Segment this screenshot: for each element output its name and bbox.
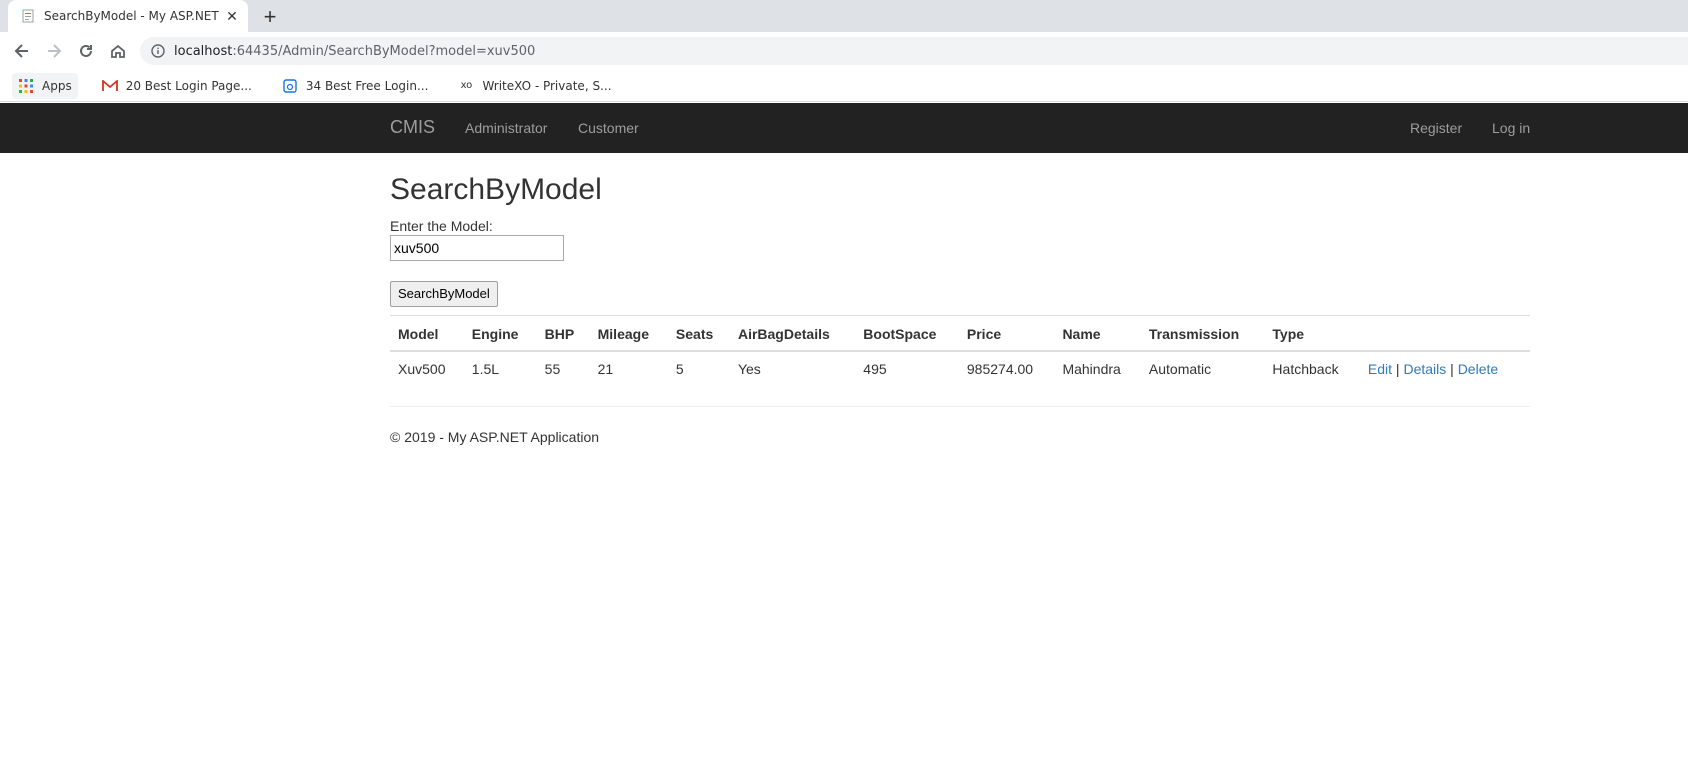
cell-airbag: Yes xyxy=(737,361,761,377)
delete-link[interactable]: Delete xyxy=(1458,361,1498,377)
column-header: Transmission xyxy=(1140,315,1265,352)
cell-actions: Edit | Details | Delete xyxy=(1360,351,1530,390)
cell-price: 985274.00 xyxy=(966,361,1034,377)
column-header: BootSpace xyxy=(855,315,959,352)
table-row: Xuv500 1.5L 55 21 5 Yes 495 985274.00 Ma… xyxy=(390,351,1530,390)
xo-icon: xo xyxy=(460,80,473,91)
action-separator: | xyxy=(1446,361,1458,377)
nav-link-administrator[interactable]: Administrator xyxy=(465,120,547,136)
column-header: BHP xyxy=(536,315,590,352)
cell-transmission: Automatic xyxy=(1148,361,1212,377)
site-navbar: CMIS Administrator Customer Register Log… xyxy=(0,103,1688,153)
browser-tabstrip: SearchByModel - My ASP.NET Application ✕… xyxy=(0,0,1688,32)
brand-link[interactable]: CMIS xyxy=(390,117,435,138)
column-header: Mileage xyxy=(589,315,668,352)
bookmark-free-login[interactable]: 34 Best Free Login... xyxy=(276,73,435,99)
site-info-icon[interactable] xyxy=(150,43,166,59)
bookmark-login-pages[interactable]: 20 Best Login Page... xyxy=(96,73,258,99)
column-header: Name xyxy=(1054,315,1141,352)
home-icon[interactable] xyxy=(106,39,130,63)
url-host: localhost xyxy=(174,43,233,59)
nav-link-login[interactable]: Log in xyxy=(1492,120,1530,136)
cell-type: Hatchback xyxy=(1272,361,1339,377)
column-header: AirBagDetails xyxy=(729,315,856,352)
bookmark-apps[interactable]: Apps xyxy=(12,72,78,99)
column-header: Seats xyxy=(667,315,730,352)
cell-bootspace: 495 xyxy=(863,361,887,377)
bookmark-label: 34 Best Free Login... xyxy=(305,78,429,93)
gmail-icon xyxy=(101,78,118,94)
column-header: Type xyxy=(1264,315,1360,352)
actions-header xyxy=(1359,315,1530,352)
url-path: :64435/Admin/SearchByModel?model=xuv500 xyxy=(232,43,536,59)
cell-engine: 1.5L xyxy=(471,361,500,377)
browser-toolbar: localhost:64435/Admin/SearchByModel?mode… xyxy=(0,32,1688,70)
apps-grid-icon xyxy=(18,78,34,94)
cell-name: Mahindra xyxy=(1062,361,1121,377)
edit-link[interactable]: Edit xyxy=(1368,361,1392,377)
results-table: Model Engine BHP Mileage Seats AirBagDet… xyxy=(390,315,1530,390)
new-tab-button[interactable]: + xyxy=(258,4,282,29)
cell-seats: 5 xyxy=(675,361,684,377)
forward-arrow-icon[interactable] xyxy=(42,39,66,63)
page-favicon-icon xyxy=(20,8,36,24)
address-bar[interactable]: localhost:64435/Admin/SearchByModel?mode… xyxy=(140,37,1688,65)
column-header: Model xyxy=(390,315,464,352)
cell-bhp: 55 xyxy=(544,361,561,377)
bookmark-page-icon xyxy=(282,78,298,94)
nav-link-register[interactable]: Register xyxy=(1410,120,1462,136)
bookmark-writexo[interactable]: xo WriteXO - Private, S... xyxy=(452,73,617,99)
bookmarks-bar: Apps 20 Best Login Page... 34 Best Free … xyxy=(0,70,1688,102)
cell-mileage: 21 xyxy=(597,361,614,377)
browser-tab[interactable]: SearchByModel - My ASP.NET Application ✕ xyxy=(8,0,248,32)
page-title: SearchByModel xyxy=(390,173,602,206)
footer-divider xyxy=(390,406,1530,407)
cell-model: Xuv500 xyxy=(398,361,446,377)
action-separator: | xyxy=(1392,361,1404,377)
bookmark-label: WriteXO - Private, S... xyxy=(482,78,612,93)
model-input[interactable] xyxy=(390,235,564,261)
back-arrow-icon[interactable] xyxy=(10,39,34,63)
column-header: Price xyxy=(958,315,1055,352)
table-header-row: Model Engine BHP Mileage Seats AirBagDet… xyxy=(390,315,1530,352)
main-content: SearchByModel Enter the Model: SearchByM… xyxy=(390,153,1530,445)
reload-icon[interactable] xyxy=(74,39,98,63)
bookmark-label: Apps xyxy=(42,78,72,93)
details-link[interactable]: Details xyxy=(1403,361,1446,377)
tab-title: SearchByModel - My ASP.NET Application xyxy=(44,9,220,23)
column-header: Engine xyxy=(463,315,537,352)
bookmark-label: 20 Best Login Page... xyxy=(125,78,252,93)
search-by-model-button[interactable]: SearchByModel xyxy=(390,281,498,307)
model-input-label: Enter the Model: xyxy=(390,218,493,234)
nav-link-customer[interactable]: Customer xyxy=(578,120,639,136)
footer-copyright: © 2019 - My ASP.NET Application xyxy=(390,429,600,445)
close-tab-icon[interactable]: ✕ xyxy=(224,8,240,24)
